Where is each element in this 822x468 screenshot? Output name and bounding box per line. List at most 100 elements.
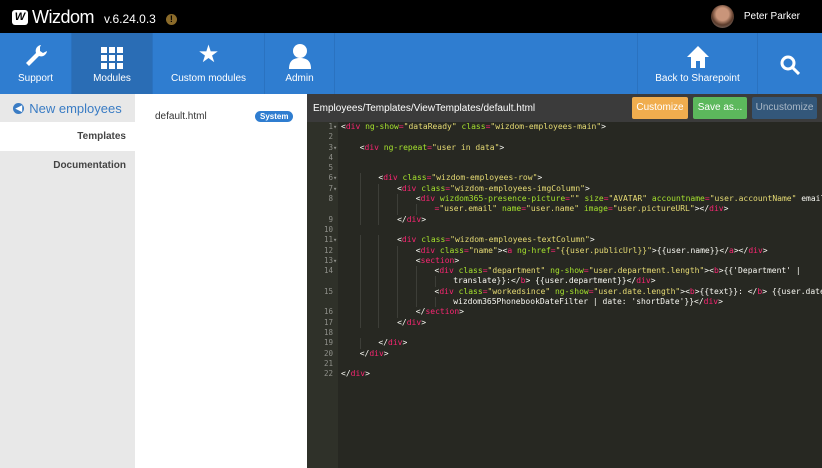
indent-guide	[359, 286, 361, 298]
grid-icon	[72, 33, 152, 69]
file-item[interactable]: default.html	[155, 111, 207, 122]
search-icon	[758, 33, 822, 75]
code-token: </	[341, 369, 351, 379]
code-token: >	[365, 369, 370, 379]
nav-back-to-sharepoint[interactable]: Back to Sharepoint	[637, 33, 758, 94]
line-text: translate}}:</b> {{user.department}}</di…	[453, 276, 655, 286]
code-line: 7 ▾ <div class="wizdom-employees-imgColumn…	[307, 183, 822, 195]
code-token: "dataReady"	[403, 122, 457, 131]
uncustomize-button[interactable]: Uncustomize	[752, 97, 817, 119]
code-line: 14 <div class="department" ng-show="user.…	[307, 266, 822, 277]
line-number: 4	[328, 152, 333, 162]
indent-guide	[378, 297, 380, 308]
code-token: </	[747, 286, 758, 296]
fold-icon[interactable]: ▾	[333, 235, 337, 245]
code-token: div	[401, 183, 417, 193]
fold-icon[interactable]: ▾	[333, 184, 337, 194]
user-menu[interactable]: Peter Parker	[710, 5, 800, 28]
code-token: >	[762, 245, 768, 255]
nav-admin[interactable]: Admin	[265, 33, 335, 94]
indent-guide	[359, 235, 361, 246]
code-token: div	[420, 245, 436, 255]
line-number: 3	[328, 142, 333, 152]
indent-guide	[359, 204, 361, 215]
code-token: "AVATAR"	[608, 194, 648, 204]
home-icon	[638, 33, 757, 69]
indent-guide	[378, 286, 380, 298]
indent-guide	[359, 297, 361, 308]
code-line: ="user.email" name="user.name" image="us…	[307, 204, 822, 215]
nav-custom-modules[interactable]: ★ Custom modules	[153, 33, 265, 94]
line-number: 6	[328, 173, 333, 183]
line-number: 18	[323, 327, 333, 337]
sidebar: ◀ New employees Templates Documentation	[0, 94, 135, 468]
code-token: div	[401, 235, 417, 245]
indent-guide	[378, 276, 380, 287]
code-token: </	[510, 276, 521, 286]
line-number: 10	[323, 224, 333, 234]
code-token: </	[359, 348, 370, 358]
back-new-employees[interactable]: ◀ New employees	[0, 94, 135, 122]
nav-modules[interactable]: Modules	[72, 33, 153, 94]
code-token: "{{user.publicUrl}}"	[555, 245, 652, 255]
user-name: Peter Parker	[743, 11, 800, 22]
nav-support[interactable]: Support	[0, 33, 72, 94]
indent-guide	[397, 286, 399, 298]
code-token: image	[583, 204, 608, 214]
fold-icon[interactable]: ▾	[333, 256, 337, 266]
wrench-icon	[0, 33, 71, 69]
system-badge: System	[255, 111, 294, 122]
fold-icon[interactable]: ▾	[333, 173, 337, 183]
line-number: 20	[323, 348, 333, 358]
code-editor[interactable]: 1 ▾ <div ng-show="dataReady" class="wizdom…	[307, 122, 822, 468]
save-as-button[interactable]: Save as...	[693, 97, 747, 119]
code-token: translate}}:	[453, 276, 511, 286]
info-icon[interactable]: !	[165, 13, 177, 25]
version: v.6.24.0.3	[104, 12, 156, 26]
code-line: 5	[307, 163, 822, 173]
line-number: 22	[323, 369, 333, 379]
file-path: Employees/Templates/ViewTemplates/defaul…	[313, 102, 536, 114]
line-text: <div class="wizdom-employees-textColumn"…	[397, 235, 595, 245]
code-token: "user.pictureURL"	[612, 204, 695, 214]
code-token: class	[402, 173, 427, 183]
code-token: {{user.department}}	[530, 276, 627, 286]
star-icon: ★	[197, 41, 220, 68]
line-number: 2	[328, 132, 333, 142]
indent-guide	[359, 245, 361, 256]
customize-button[interactable]: Customize	[632, 97, 688, 119]
code-token: "workedsince"	[487, 286, 551, 296]
top-bar: W Wizdom v.6.24.0.3 ! Peter Parker	[0, 0, 822, 33]
code-token: "user.date.length"	[593, 286, 681, 296]
code-token: "name"	[468, 245, 498, 255]
code-line: 12 <div class="name"><a ng-href="{{user.p…	[307, 245, 822, 256]
search-button[interactable]	[758, 33, 822, 94]
line-number: 21	[323, 358, 333, 368]
indent-guide	[434, 276, 436, 287]
code-token: >	[589, 235, 595, 245]
fold-icon[interactable]: ▾	[333, 143, 337, 153]
code-token: >	[383, 348, 389, 358]
tab-documentation[interactable]: Documentation	[0, 151, 135, 180]
line-number: 17	[323, 317, 333, 327]
editor-toolbar: Employees/Templates/ViewTemplates/defaul…	[307, 94, 822, 122]
line-text: </section>	[416, 307, 464, 317]
code-line: 16 </section>	[307, 307, 822, 318]
line-text: <div class="wizdom-employees-imgColumn">	[397, 184, 590, 194]
line-text: <div ng-show="dataReady" class="wizdom-e…	[341, 122, 606, 132]
code-token: div	[636, 276, 651, 286]
indent-guide	[378, 204, 380, 215]
code-token: </	[694, 297, 704, 307]
fold-icon[interactable]: ▾	[333, 122, 337, 132]
code-editor-panel: Employees/Templates/ViewTemplates/defaul…	[307, 94, 822, 468]
tab-templates[interactable]: Templates	[0, 122, 135, 151]
code-line: 9 </div>	[307, 214, 822, 225]
logo[interactable]: W Wizdom v.6.24.0.3 !	[12, 7, 177, 28]
code-line: 10	[307, 225, 822, 235]
indent-guide	[359, 173, 361, 184]
indent-guide	[378, 235, 380, 246]
line-number: 7	[328, 183, 333, 193]
indent-guide	[415, 286, 417, 298]
indent-guide	[397, 297, 399, 308]
line-number: 5	[328, 163, 333, 173]
